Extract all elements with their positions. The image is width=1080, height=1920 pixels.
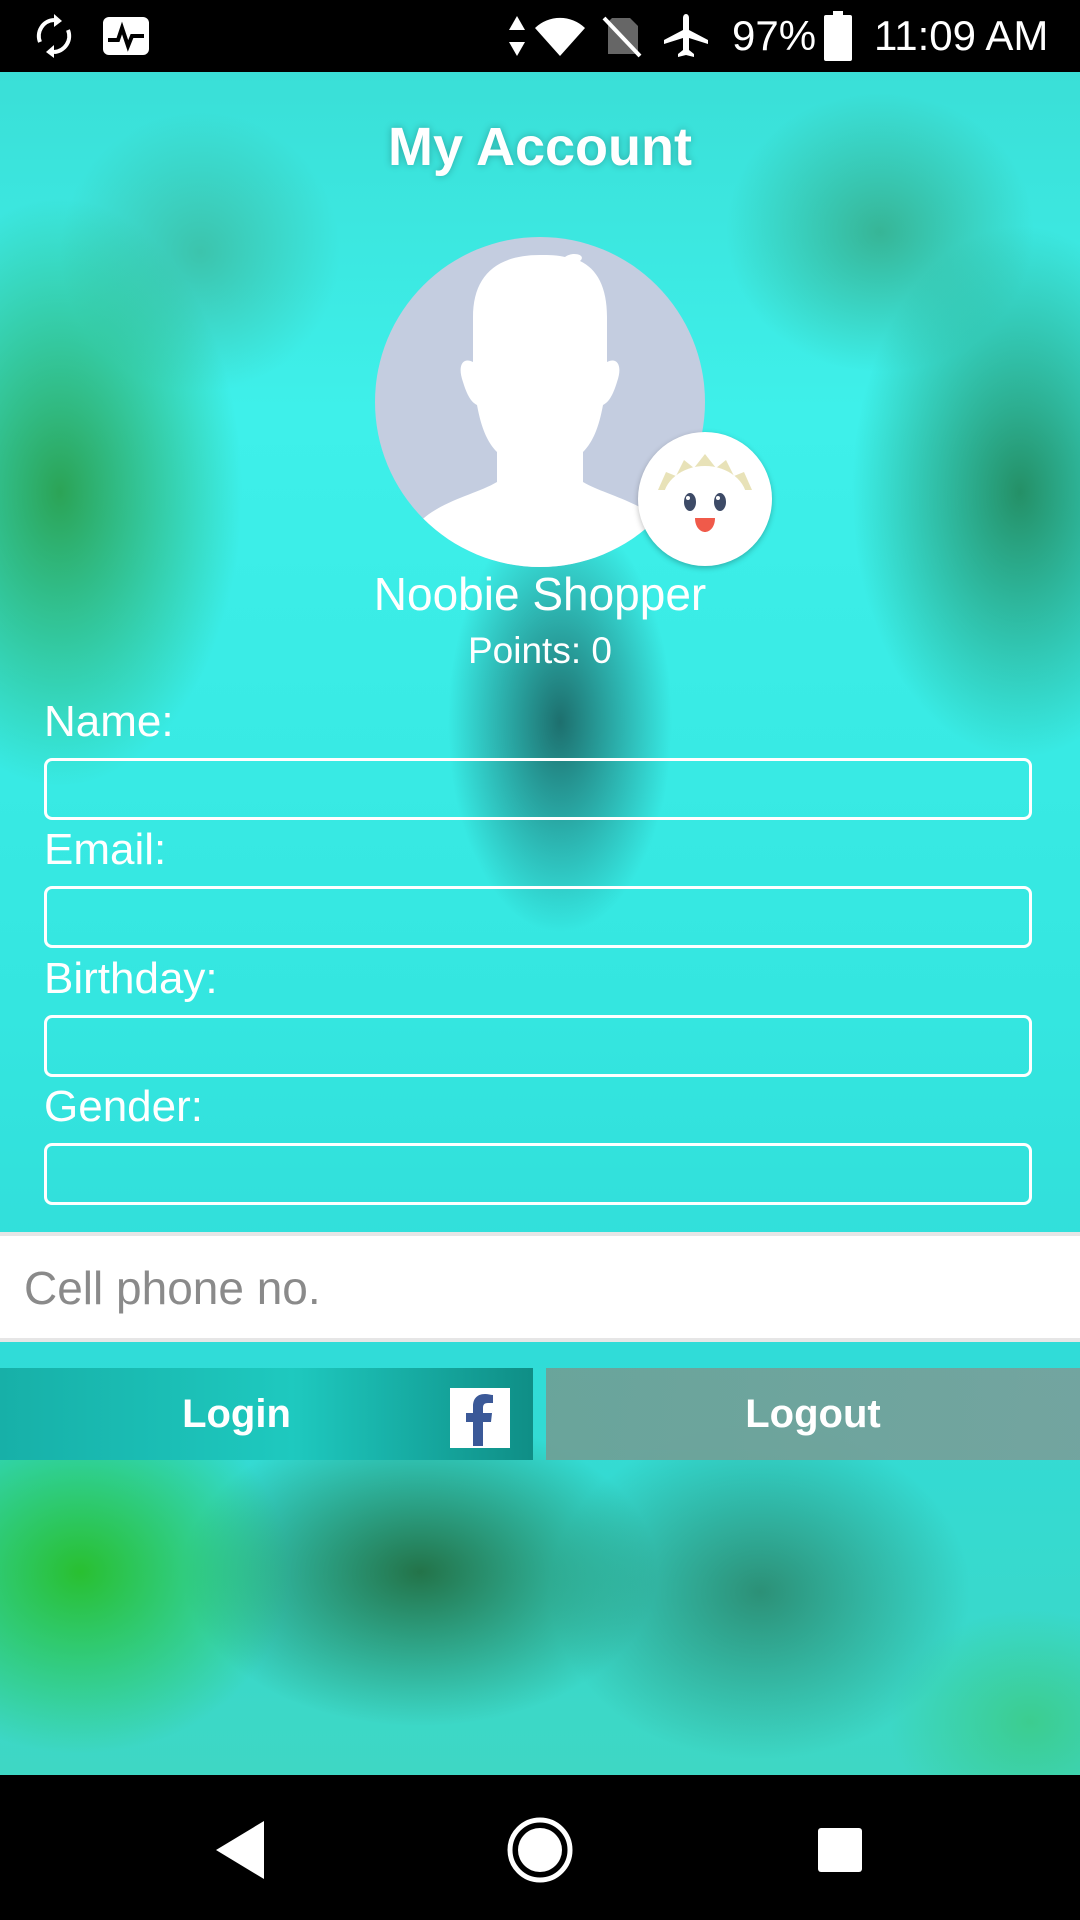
- battery-icon: [822, 8, 854, 64]
- mascot-icon: [638, 432, 772, 566]
- airplane-mode-icon: [660, 8, 712, 64]
- navigation-bar: [0, 1775, 1080, 1920]
- birthday-label: Birthday:: [44, 954, 218, 1003]
- status-bar: 97% 11:09 AM: [0, 0, 1080, 72]
- back-icon[interactable]: [205, 1815, 275, 1885]
- account-screen: My Account Noobie Shopper Points: 0 Name…: [0, 72, 1080, 1775]
- points-value: 0: [591, 630, 612, 671]
- login-button[interactable]: Login: [0, 1368, 533, 1460]
- gender-field[interactable]: [44, 1143, 1032, 1205]
- phone-field[interactable]: [22, 1236, 1066, 1340]
- wifi-icon: [534, 8, 586, 64]
- home-icon[interactable]: [505, 1815, 575, 1885]
- data-arrows-icon: [505, 8, 529, 64]
- phone-field-container: [0, 1232, 1080, 1342]
- activity-icon: [100, 8, 152, 64]
- email-label: Email:: [44, 825, 167, 874]
- email-field[interactable]: [44, 886, 1032, 948]
- birthday-field[interactable]: [44, 1015, 1032, 1077]
- page-title: My Account: [387, 117, 692, 177]
- name-field[interactable]: [44, 758, 1032, 820]
- points-line: Points: 0: [0, 630, 1080, 672]
- battery-percent: 97%: [732, 12, 817, 59]
- login-label: Login: [182, 1392, 291, 1436]
- clock: 11:09 AM: [874, 12, 1049, 59]
- recents-icon[interactable]: [805, 1815, 875, 1885]
- name-label: Name:: [44, 697, 174, 746]
- no-sim-icon: [600, 8, 644, 64]
- profile-name: Noobie Shopper: [373, 568, 707, 620]
- facebook-icon: [450, 1388, 510, 1448]
- points-label: Points:: [468, 630, 582, 671]
- sync-icon: [30, 8, 78, 64]
- logout-label: Logout: [745, 1392, 881, 1436]
- logout-button[interactable]: Logout: [546, 1368, 1080, 1460]
- gender-label: Gender:: [44, 1082, 203, 1131]
